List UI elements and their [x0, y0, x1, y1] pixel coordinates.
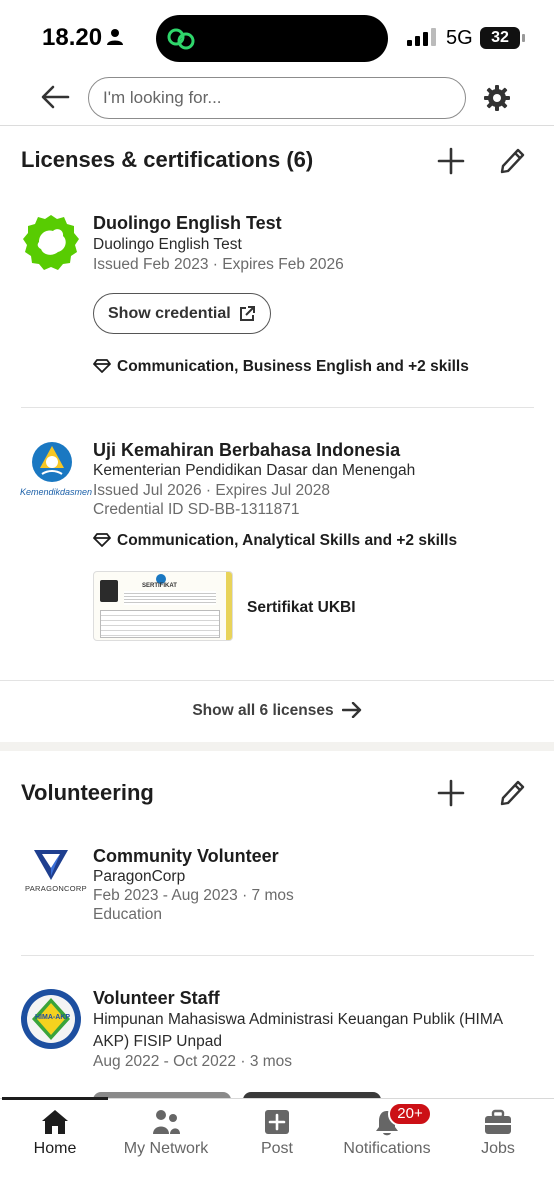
status-time: 18.20 — [42, 24, 103, 51]
status-bar: 18.20 5G 32 — [0, 0, 554, 76]
certificate-heading: SERTIFIKAT — [142, 583, 177, 589]
volunteer-cause: Education — [93, 906, 162, 923]
post-icon — [265, 1110, 289, 1134]
volunteering-title: Volunteering — [21, 780, 154, 805]
volunteer-org: ParagonCorp — [93, 868, 186, 885]
back-arrow-icon[interactable] — [40, 84, 70, 110]
license-dates: Issued Jul 2026 · Expires Jul 2028 — [93, 482, 330, 499]
nav-home-label: Home — [33, 1140, 77, 1157]
volunteer-dates: Feb 2023 - Aug 2023 · 7 mos — [93, 887, 294, 904]
add-license-icon[interactable] — [437, 147, 465, 175]
paragoncorp-logo-text: PARAGONCORP — [25, 884, 87, 893]
edit-volunteering-icon[interactable] — [498, 778, 526, 808]
volunteer-role-title[interactable]: Volunteer Staff — [93, 988, 220, 1009]
nav-my-network-label: My Network — [123, 1140, 209, 1157]
certificate-table — [100, 610, 220, 638]
search-input[interactable] — [88, 77, 466, 119]
tut-wuri-handayani-icon — [32, 442, 72, 482]
link-icon — [167, 28, 195, 50]
person-icon — [107, 29, 123, 45]
certificate-thumbnail[interactable]: SERTIFIKAT — [93, 571, 233, 641]
battery-tip — [522, 34, 525, 42]
certificate-photo — [100, 580, 118, 602]
show-credential-label: Show credential — [108, 304, 231, 322]
header-divider — [0, 125, 554, 126]
divider — [21, 955, 534, 956]
network-icon — [153, 1110, 180, 1134]
licenses-title: Licenses & certifications (6) — [21, 147, 314, 172]
skills-diamond-icon — [93, 359, 111, 373]
nav-post-label: Post — [260, 1140, 293, 1157]
nav-notifications[interactable]: 20+ Notifications — [332, 1099, 442, 1169]
show-all-label: Show all 6 licenses — [192, 702, 334, 719]
license-skills-text: Communication, Analytical Skills and +2 … — [117, 532, 458, 549]
license-skills[interactable]: Communication, Business English and +2 s… — [93, 358, 469, 376]
gear-icon[interactable] — [483, 84, 511, 112]
add-volunteering-icon[interactable] — [437, 779, 465, 807]
nav-jobs-label: Jobs — [481, 1140, 515, 1157]
hima-akp-logo: HIMA-AKP — [20, 988, 82, 1050]
show-credential-button[interactable]: Show credential — [93, 293, 271, 334]
license-dates: Issued Feb 2023 · Expires Feb 2026 — [93, 256, 344, 273]
battery-icon: 32 — [480, 27, 520, 49]
show-all-licenses-button[interactable]: Show all 6 licenses — [0, 680, 554, 742]
volunteer-org-continued: AKP) FISIP Unpad — [93, 1033, 222, 1050]
skills-diamond-icon — [93, 533, 111, 547]
license-credential-id: Credential ID SD-BB-1311871 — [93, 501, 300, 518]
nav-my-network[interactable]: My Network — [111, 1099, 221, 1169]
certificate-border-right — [226, 572, 232, 640]
signal-icon — [407, 28, 436, 46]
external-link-icon — [240, 306, 255, 321]
kemendikdasmen-logo-text: Kemendikdasmen — [20, 487, 93, 497]
license-skills-text: Communication, Business English and +2 s… — [117, 358, 469, 375]
divider — [21, 407, 534, 408]
edit-licenses-icon[interactable] — [498, 146, 526, 176]
license-title[interactable]: Duolingo English Test — [93, 213, 282, 234]
certificate-text-lines — [124, 591, 216, 605]
nav-notifications-label: Notifications — [343, 1140, 431, 1157]
paragoncorp-logo: PARAGONCORP — [20, 846, 87, 908]
home-icon — [42, 1110, 68, 1134]
arrow-right-icon — [341, 702, 361, 718]
paragon-mark-icon — [34, 850, 68, 880]
volunteer-dates: Aug 2022 - Oct 2022 · 3 mos — [93, 1053, 293, 1070]
license-issuer: Duolingo English Test — [93, 236, 242, 253]
nav-jobs[interactable]: Jobs — [443, 1099, 553, 1169]
certificate-media-label[interactable]: Sertifikat UKBI — [247, 599, 356, 617]
kemendikdasmen-logo: Kemendikdasmen — [20, 440, 92, 502]
nav-post[interactable]: Post — [222, 1099, 332, 1169]
volunteer-org: Himpunan Mahasiswa Administrasi Keuangan… — [93, 1011, 504, 1028]
license-issuer: Kementerian Pendidikan Dasar dan Menenga… — [93, 462, 416, 479]
volunteer-role-title[interactable]: Community Volunteer — [93, 846, 279, 867]
section-separator — [0, 742, 554, 751]
nav-home[interactable]: Home — [0, 1099, 110, 1169]
search-header — [0, 76, 554, 120]
hima-akp-logo-text: HIMA-AKP — [35, 1014, 70, 1021]
notifications-badge: 20+ — [388, 1102, 432, 1126]
duolingo-logo-icon — [23, 215, 79, 270]
briefcase-icon — [485, 1109, 511, 1134]
license-title[interactable]: Uji Kemahiran Berbahasa Indonesia — [93, 440, 400, 461]
license-skills[interactable]: Communication, Analytical Skills and +2 … — [93, 532, 457, 550]
bottom-navigation: Home My Network Post 20+ Notifications J… — [0, 1097, 554, 1200]
dynamic-island — [156, 15, 388, 62]
network-type: 5G — [446, 27, 473, 49]
